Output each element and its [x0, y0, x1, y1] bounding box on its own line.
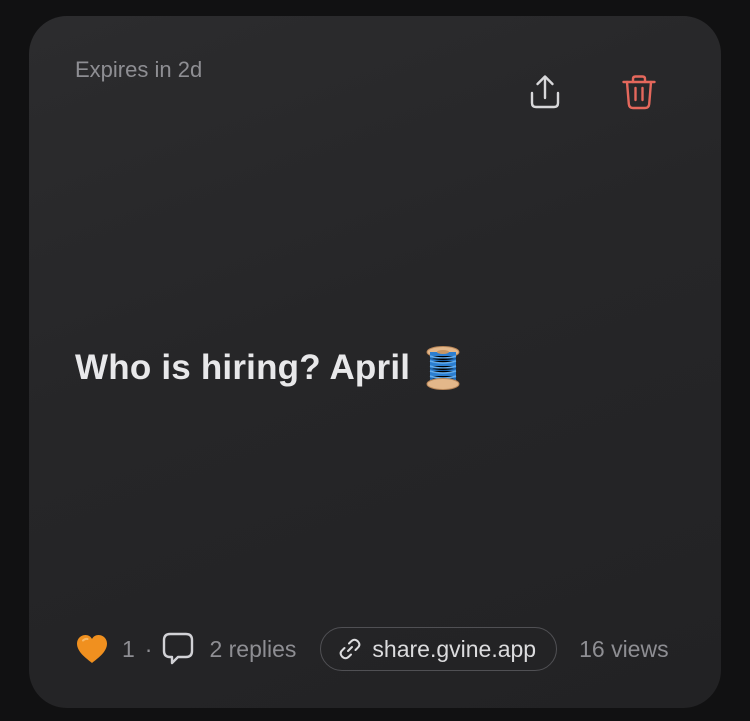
replies-count[interactable]: 2 replies [209, 636, 296, 663]
link-icon [340, 638, 361, 660]
post-title-row: Who is hiring? April [75, 346, 460, 390]
expiry-label: Expires in 2d [75, 57, 203, 82]
like-button[interactable] [75, 633, 109, 665]
comment-bubble-icon [163, 632, 194, 665]
share-link-text: share.gvine.app [372, 635, 537, 662]
views-count: 16 views [579, 635, 669, 662]
delete-button[interactable] [615, 68, 663, 116]
share-icon [530, 75, 560, 109]
thread-spool-icon [426, 346, 460, 390]
share-link-pill[interactable]: share.gvine.app [320, 627, 558, 671]
post-footer: 1 · 2 replies share.gvine.app 16 views [75, 626, 669, 672]
post-title: Who is hiring? April [75, 348, 411, 387]
comment-button[interactable] [161, 631, 195, 667]
share-button[interactable] [521, 68, 569, 116]
post-card: Expires in 2d Who is hiring? April 1 · 2… [29, 16, 721, 708]
orange-heart-icon [77, 635, 107, 663]
like-count: 1 [122, 635, 135, 662]
separator-dot: · [144, 635, 153, 662]
trash-icon [622, 75, 656, 110]
